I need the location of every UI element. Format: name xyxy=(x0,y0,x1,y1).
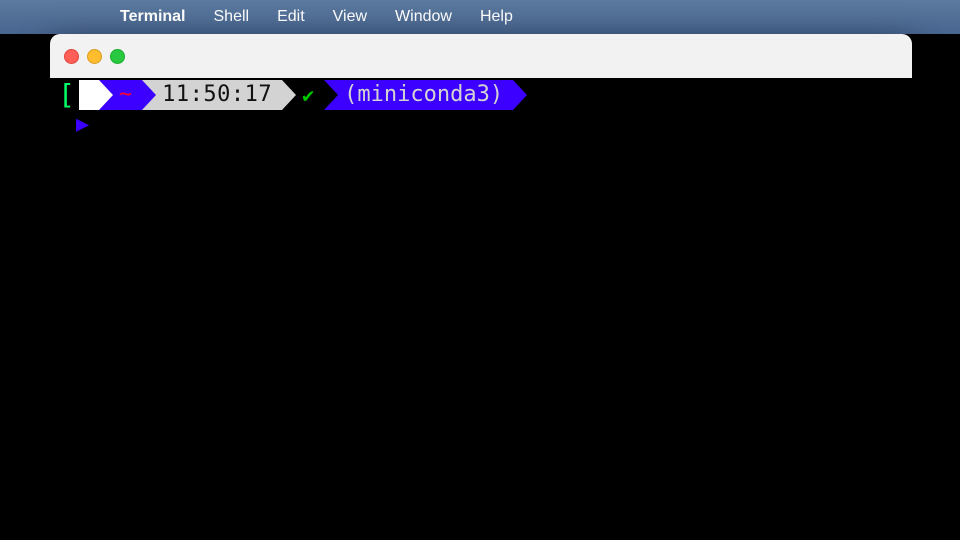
prompt-input-line: ▶ xyxy=(50,110,912,140)
prompt-time-segment: 11:50:17 xyxy=(142,80,282,110)
maximize-button[interactable] xyxy=(110,49,125,64)
minimize-button[interactable] xyxy=(87,49,102,64)
terminal-input[interactable] xyxy=(95,110,695,140)
prompt-line: [ ~ 11:50:17 ✔ (miniconda3) xyxy=(50,80,912,110)
prompt-env-segment: (miniconda3) xyxy=(324,80,513,110)
close-button[interactable] xyxy=(64,49,79,64)
prompt-env-text: (miniconda3) xyxy=(344,80,503,110)
prompt-os-segment xyxy=(79,80,99,110)
prompt-cwd-text: ~ xyxy=(119,80,132,110)
window-titlebar[interactable] xyxy=(50,34,912,78)
terminal-body[interactable]: [ ~ 11:50:17 ✔ (miniconda3) xyxy=(50,78,912,540)
macos-menubar: Terminal Shell Edit View Window Help xyxy=(0,0,960,34)
prompt-open-bracket: [ xyxy=(50,80,79,110)
menu-edit[interactable]: Edit xyxy=(263,0,319,34)
menu-window[interactable]: Window xyxy=(381,0,466,34)
app-menu[interactable]: Terminal xyxy=(106,0,200,34)
terminal-window: [ ~ 11:50:17 ✔ (miniconda3) xyxy=(50,34,912,540)
menu-shell[interactable]: Shell xyxy=(200,0,264,34)
menu-view[interactable]: View xyxy=(319,0,381,34)
prompt-time-text: 11:50:17 xyxy=(162,80,272,110)
prompt-caret-icon: ▶ xyxy=(76,110,89,140)
menu-help[interactable]: Help xyxy=(466,0,527,34)
check-icon: ✔ xyxy=(302,80,314,110)
